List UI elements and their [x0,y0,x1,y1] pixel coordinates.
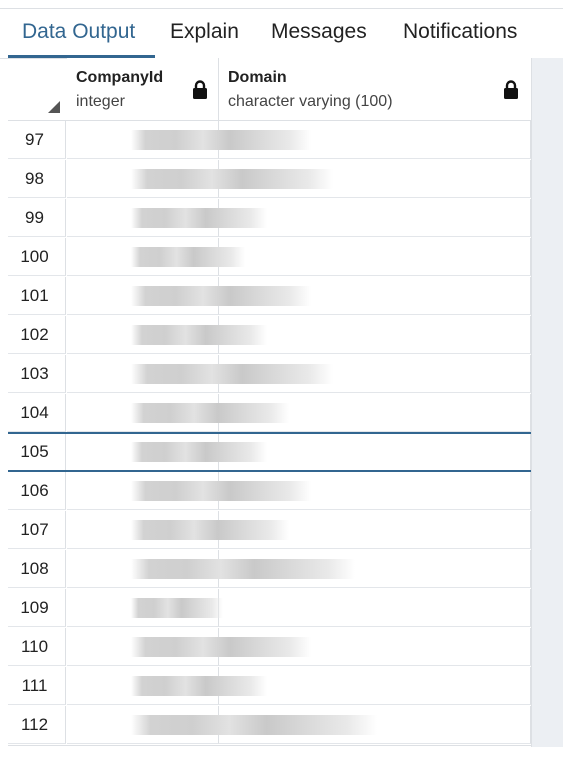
table-row[interactable]: 106 [8,472,531,511]
lock-icon [504,80,518,99]
redacted-content [131,715,377,735]
redacted-content [131,247,245,267]
data-grid: CompanyId integer Domain character varyi… [0,58,563,758]
table-row[interactable]: 109 [8,589,531,628]
redacted-content [131,286,311,306]
redacted-content [131,481,311,501]
row-number[interactable]: 108 [8,550,66,588]
table-row[interactable]: 103 [8,355,531,394]
table-row[interactable]: 110 [8,628,531,667]
row-number[interactable]: 103 [8,355,66,393]
redacted-content [131,637,311,657]
column-type: character varying (100) [228,93,393,110]
redacted-content [131,559,355,579]
sort-corner-icon [48,101,60,113]
table-row[interactable]: 99 [8,199,531,238]
redacted-content [131,169,333,189]
grid-bottom-border [8,745,531,746]
redacted-content [131,598,223,618]
column-type: integer [76,93,125,110]
row-number[interactable]: 100 [8,238,66,276]
row-number[interactable]: 99 [8,199,66,237]
table-row[interactable]: 97 [8,121,531,160]
redacted-content [131,520,289,540]
tab-messages[interactable]: Messages [271,19,367,55]
selected-row-top-border [8,432,531,434]
lock-icon [193,80,207,99]
redacted-content [131,403,289,423]
tab-explain[interactable]: Explain [170,19,239,55]
row-number[interactable]: 97 [8,121,66,159]
domain-cell[interactable] [219,589,531,627]
table-row[interactable]: 112 [8,706,531,745]
table-row[interactable]: 101 [8,277,531,316]
table-row[interactable]: 105 [8,433,531,472]
top-strip [0,0,563,9]
row-number[interactable]: 102 [8,316,66,354]
row-number[interactable]: 104 [8,394,66,432]
row-number[interactable]: 98 [8,160,66,198]
tab-notifications[interactable]: Notifications [403,19,517,55]
row-number[interactable]: 110 [8,628,66,666]
row-number[interactable]: 101 [8,277,66,315]
table-row[interactable]: 98 [8,160,531,199]
results-tab-bar: Data Output Explain Messages Notificatio… [0,9,563,59]
redacted-content [131,364,333,384]
table-row[interactable]: 104 [8,394,531,433]
column-header-domain[interactable]: Domain character varying (100) [219,58,532,121]
row-number[interactable]: 105 [8,433,66,471]
table-row[interactable]: 111 [8,667,531,706]
column-name: Domain [228,69,287,86]
domain-cell[interactable] [219,238,531,276]
row-number[interactable]: 107 [8,511,66,549]
redacted-content [131,325,267,345]
grid-empty-area [531,58,563,747]
row-number[interactable]: 111 [8,667,66,705]
row-number[interactable]: 112 [8,706,66,744]
select-all-corner[interactable] [8,58,68,121]
column-name: CompanyId [76,69,164,86]
redacted-content [131,442,267,462]
row-number[interactable]: 106 [8,472,66,510]
table-row[interactable]: 102 [8,316,531,355]
redacted-content [131,208,267,228]
column-header-companyid[interactable]: CompanyId integer [67,58,219,121]
table-row[interactable]: 108 [8,550,531,589]
table-row[interactable]: 107 [8,511,531,550]
redacted-content [131,676,267,696]
redacted-content [131,130,311,150]
table-row[interactable]: 100 [8,238,531,277]
row-number[interactable]: 109 [8,589,66,627]
tab-data-output[interactable]: Data Output [22,19,135,55]
